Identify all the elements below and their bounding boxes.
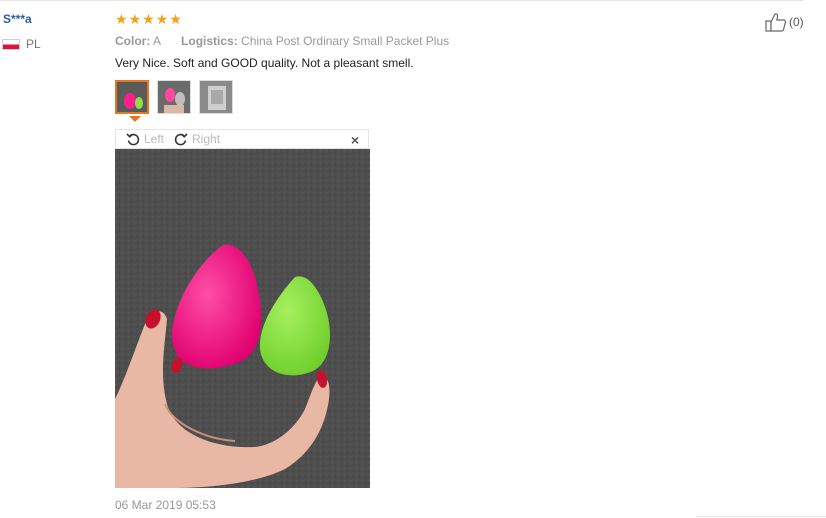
- rotate-left-label: Left: [144, 132, 165, 146]
- active-thumbnail-indicator: [129, 116, 141, 122]
- rotate-right-label: Right: [192, 132, 221, 146]
- thumbs-up-icon: [765, 13, 787, 32]
- top-divider: [0, 0, 803, 1]
- star-rating: ★ ★ ★ ★ ★: [115, 12, 182, 26]
- color-label: Color:: [115, 34, 151, 48]
- helpful-button[interactable]: (0): [765, 12, 804, 32]
- logistics-label: Logistics:: [181, 34, 238, 48]
- poland-flag-icon: [2, 38, 20, 50]
- rotate-left-button[interactable]: Left: [126, 132, 164, 146]
- star-icon: ★: [115, 11, 128, 27]
- helpful-count: (0): [789, 15, 804, 29]
- color-value: A: [153, 34, 161, 48]
- star-icon: ★: [169, 11, 182, 27]
- image-viewer-toolbar: Left Right ×: [115, 129, 369, 149]
- rotate-left-icon: [126, 133, 140, 146]
- reviewer-name[interactable]: S***a: [3, 12, 32, 26]
- country-code: PL: [26, 37, 41, 51]
- review-thumbnail[interactable]: [199, 80, 233, 114]
- review-thumbnail[interactable]: [115, 80, 149, 114]
- review-date: 06 Mar 2019 05:53: [115, 498, 216, 512]
- review-thumbnails: [115, 80, 233, 114]
- order-info: Color: A Logistics: China Post Ordinary …: [115, 34, 449, 48]
- star-icon: ★: [128, 11, 142, 27]
- star-icon: ★: [142, 11, 155, 27]
- logistics-value: China Post Ordinary Small Packet Plus: [241, 34, 450, 48]
- rotate-right-icon: [174, 133, 188, 146]
- close-viewer-button[interactable]: ×: [351, 132, 359, 148]
- reviewer-country: PL: [2, 37, 41, 51]
- enlarged-review-photo: [115, 149, 370, 488]
- review-text: Very Nice. Soft and GOOD quality. Not a …: [115, 56, 414, 70]
- rotate-right-button[interactable]: Right: [174, 132, 220, 146]
- star-icon: ★: [155, 11, 169, 27]
- review-thumbnail[interactable]: [157, 80, 191, 114]
- bottom-divider: [696, 516, 826, 517]
